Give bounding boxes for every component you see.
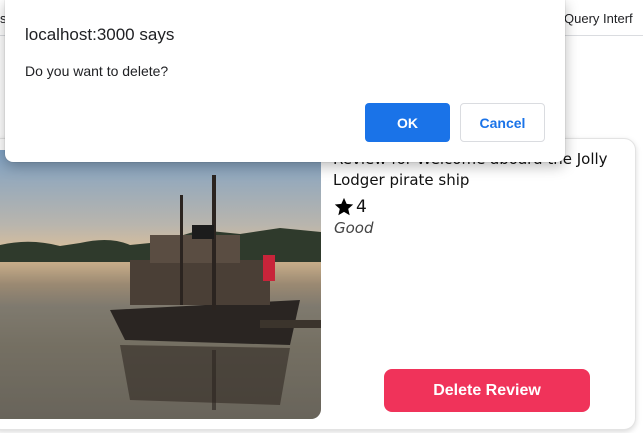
- review-text: Good: [334, 219, 374, 237]
- ok-button[interactable]: OK: [365, 103, 450, 142]
- dialog-message: Do you want to delete?: [25, 63, 169, 79]
- rating-row: 4: [333, 196, 367, 218]
- app-page: s Query Interf Review for: [0, 0, 643, 433]
- dialog-title: localhost:3000 says: [25, 25, 175, 44]
- rating-value: 4: [356, 197, 367, 217]
- listing-photo: [0, 150, 321, 419]
- alert-dialog: localhost:3000 says Do you want to delet…: [5, 0, 565, 162]
- cancel-button[interactable]: Cancel: [460, 103, 545, 142]
- bookmark-fragment-right[interactable]: Query Interf: [564, 11, 633, 26]
- delete-review-button[interactable]: Delete Review: [384, 369, 590, 412]
- pirate-ship-image: [0, 175, 321, 419]
- star-icon: [333, 196, 355, 218]
